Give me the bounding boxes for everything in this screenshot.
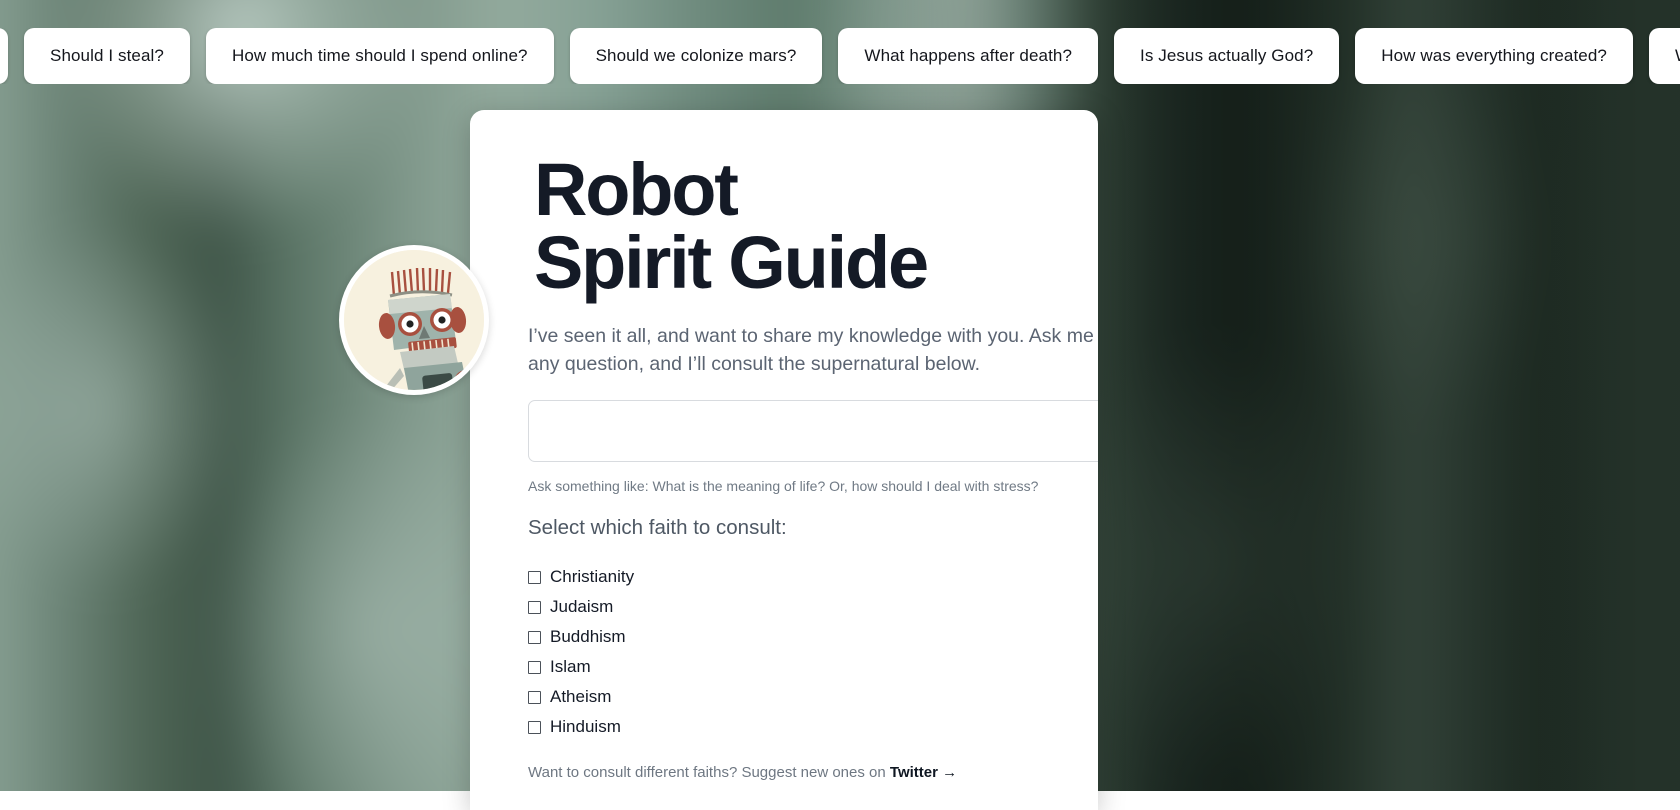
page-subtitle: I’ve seen it all, and want to share my k…	[528, 323, 1098, 378]
faith-option[interactable]: Judaism	[528, 592, 1064, 622]
faith-label: Christianity	[550, 567, 634, 587]
question-input[interactable]	[528, 400, 1098, 462]
suggestion-pill[interactable]: What is the meaning	[1649, 28, 1680, 84]
faith-checkbox[interactable]	[528, 601, 541, 614]
suggestion-pill[interactable]: How much time should I spend online?	[206, 28, 554, 84]
main-card: Robot Spirit Guide I’ve seen it all, and…	[470, 110, 1098, 810]
faith-checkbox-list: Christianity Judaism Buddhism Islam Atheism H…	[528, 562, 1064, 742]
faith-checkbox[interactable]	[528, 721, 541, 734]
faith-label: Atheism	[550, 687, 611, 707]
suggestion-pill[interactable]: Should I steal?	[24, 28, 190, 84]
twitter-link[interactable]: Twitter →	[890, 764, 957, 781]
question-hint-text: Ask something like: What is the meaning …	[528, 478, 1064, 494]
faith-option[interactable]: Buddhism	[528, 622, 1064, 652]
suggestion-pill[interactable]: What happens after death?	[838, 28, 1098, 84]
faith-checkbox[interactable]	[528, 691, 541, 704]
faith-label: Islam	[550, 657, 591, 677]
robot-avatar	[339, 245, 489, 395]
page-title-line-2: Spirit Guide	[534, 227, 1064, 300]
faith-label: Hinduism	[550, 717, 621, 737]
suggestion-pill[interactable]: Is Jesus actually God?	[1114, 28, 1339, 84]
robot-icon	[344, 250, 484, 395]
faith-checkbox[interactable]	[528, 571, 541, 584]
suggestion-pill[interactable]	[0, 28, 8, 84]
faith-option[interactable]: Atheism	[528, 682, 1064, 712]
faith-option[interactable]: Hinduism	[528, 712, 1064, 742]
faith-checkbox[interactable]	[528, 631, 541, 644]
faith-section-heading: Select which faith to consult:	[528, 516, 1064, 540]
faith-label: Buddhism	[550, 627, 626, 647]
suggestion-pill[interactable]: Should we colonize mars?	[570, 28, 823, 84]
suggest-faiths-note: Want to consult different faiths? Sugges…	[528, 764, 1064, 781]
page-title-line-1: Robot	[534, 154, 1064, 227]
suggestion-pill-bar[interactable]: Should I steal? How much time should I sp…	[0, 28, 1680, 84]
faith-label: Judaism	[550, 597, 613, 617]
page-title: Robot Spirit Guide	[534, 154, 1064, 299]
suggestion-pill[interactable]: How was everything created?	[1355, 28, 1633, 84]
faith-checkbox[interactable]	[528, 661, 541, 674]
suggest-faiths-text: Want to consult different faiths? Sugges…	[528, 764, 890, 781]
faith-option[interactable]: Christianity	[528, 562, 1064, 592]
faith-option[interactable]: Islam	[528, 652, 1064, 682]
